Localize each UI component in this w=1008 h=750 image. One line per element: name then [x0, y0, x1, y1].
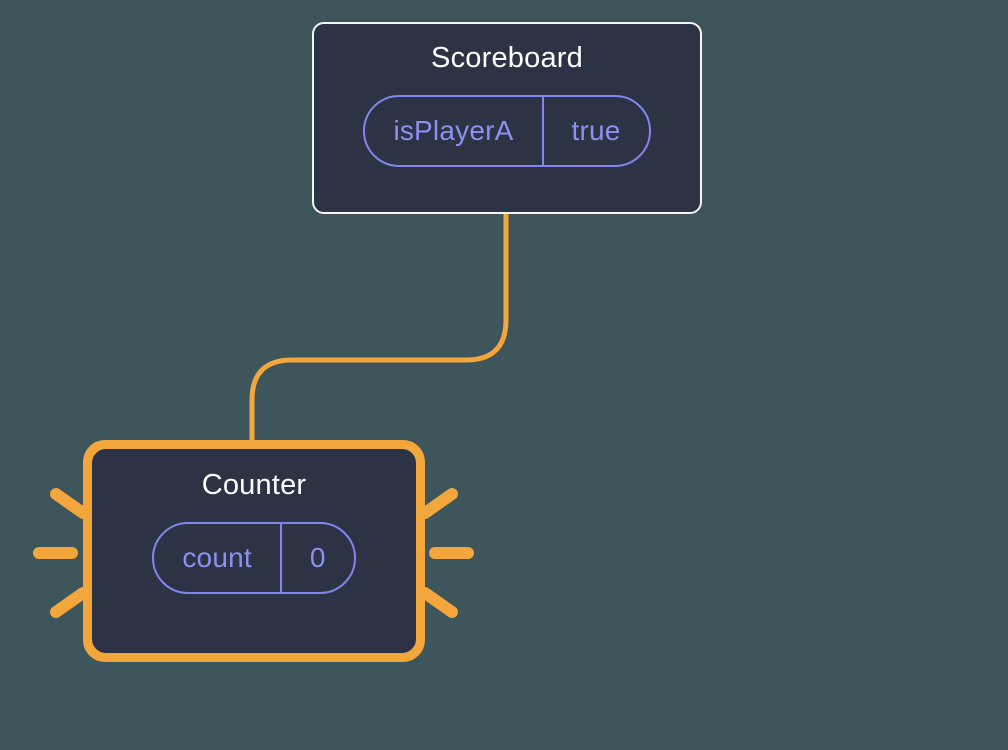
node-scoreboard-title: Scoreboard [431, 42, 583, 75]
diagram-canvas: Scoreboard isPlayerA true Counter count … [0, 0, 1008, 750]
state-key: count [154, 524, 280, 592]
state-value: true [544, 97, 649, 165]
node-counter-title: Counter [202, 469, 307, 502]
node-counter: Counter count 0 [92, 449, 416, 653]
state-pill-scoreboard: isPlayerA true [363, 95, 650, 167]
state-value: 0 [282, 524, 354, 592]
state-pill-counter: count 0 [152, 522, 355, 594]
node-scoreboard: Scoreboard isPlayerA true [312, 22, 702, 214]
state-key: isPlayerA [365, 97, 541, 165]
node-counter-highlight: Counter count 0 [83, 440, 425, 662]
